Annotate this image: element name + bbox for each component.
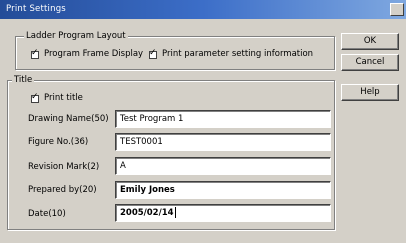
revision-mark-label: Revision Mark(2) (28, 162, 100, 172)
cancel-button[interactable]: Cancel (341, 54, 399, 71)
help-button[interactable]: Help (341, 84, 399, 101)
ok-button[interactable]: OK (341, 33, 399, 50)
checkmark-icon: ✓ (31, 92, 39, 102)
print-title-label[interactable]: Print title (44, 93, 83, 104)
date-value: 2005/02/14 (120, 208, 174, 218)
checkmark-icon: ✓ (149, 48, 157, 58)
text-cursor (174, 207, 176, 218)
title-bar[interactable]: Print Settings (0, 0, 406, 19)
ladder-program-layout-group: Ladder Program Layout ✓ Program Frame Di… (15, 31, 335, 70)
date-label: Date(10) (28, 209, 66, 219)
window-title: Print Settings (6, 4, 66, 14)
checkmark-icon: ✓ (31, 48, 39, 58)
drawing-name-label: Drawing Name(50) (28, 114, 109, 124)
title-legend: Title (12, 75, 35, 86)
ladder-program-layout-legend: Ladder Program Layout (24, 31, 128, 42)
program-frame-display-label[interactable]: Program Frame Display (44, 49, 143, 60)
print-parameter-setting-label[interactable]: Print parameter setting information (162, 49, 313, 60)
title-group: Title ✓ Print title Drawing Name(50) Tes… (7, 75, 335, 230)
drawing-name-field[interactable]: Test Program 1 (115, 110, 331, 128)
date-field[interactable]: 2005/02/14 (115, 204, 331, 222)
print-title-checkbox[interactable]: ✓ (31, 92, 39, 103)
prepared-by-field[interactable]: Emily Jones (115, 181, 331, 199)
close-window-button[interactable] (390, 3, 404, 16)
prepared-by-label: Prepared by(20) (28, 185, 97, 195)
print-parameter-setting-checkbox[interactable]: ✓ (149, 48, 157, 59)
figure-no-field[interactable]: TEST0001 (115, 133, 331, 151)
print-settings-dialog: Print Settings Ladder Program Layout ✓ P… (0, 0, 406, 243)
revision-mark-field[interactable]: A (115, 157, 331, 175)
figure-no-label: Figure No.(36) (28, 137, 89, 147)
program-frame-display-checkbox[interactable]: ✓ (31, 48, 39, 59)
